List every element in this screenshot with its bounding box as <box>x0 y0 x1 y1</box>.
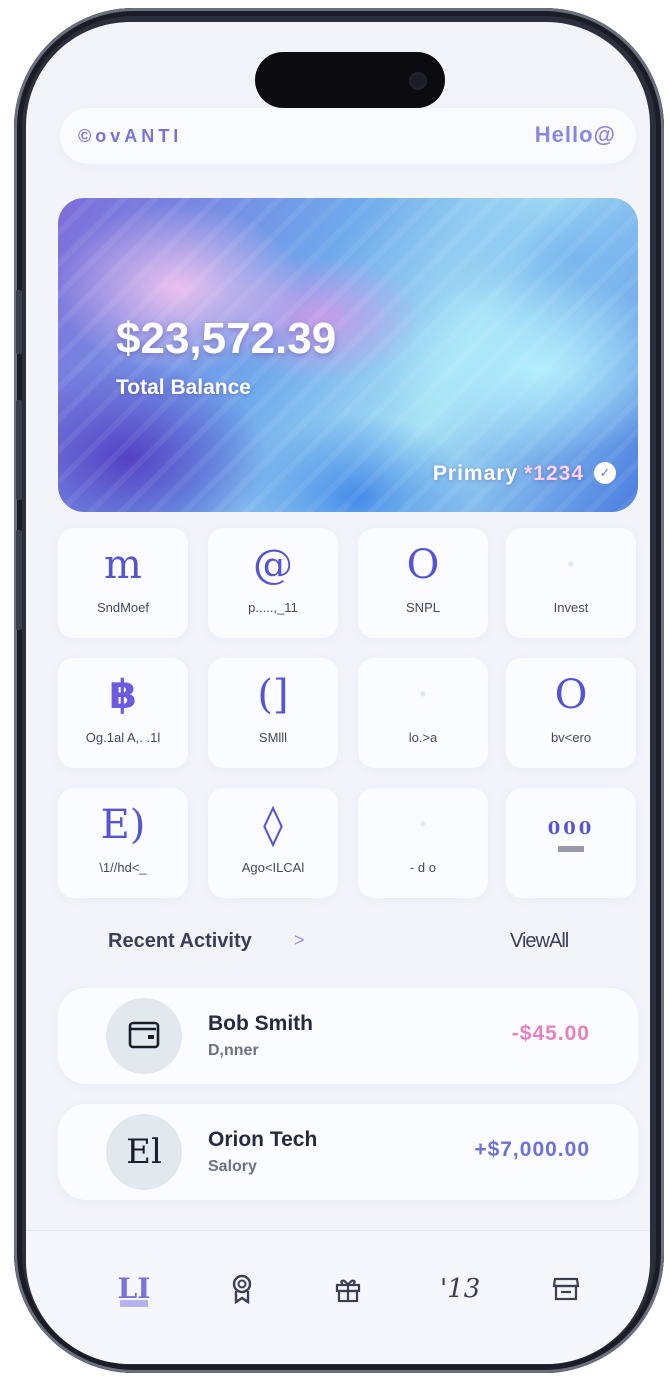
action-label: SndMoef <box>96 600 150 615</box>
account-selector[interactable]: Primary *1234 <box>433 462 584 486</box>
action-bnpl[interactable]: O SNPL <box>358 528 488 638</box>
loan-icon: · <box>416 672 430 718</box>
dynamic-island <box>255 52 445 108</box>
view-all-link[interactable]: ViewAll <box>510 930 569 953</box>
greeting-text: Hello@ <box>534 122 616 147</box>
chevron-down-icon[interactable]: ✓ <box>594 462 616 484</box>
action-label: bv<ero <box>550 730 592 745</box>
total-balance-amount: $23,572.39 <box>116 314 337 363</box>
app-screen: ©ovANTI Hello@ $23,572.39 Total Balance … <box>26 22 650 1364</box>
action-label: lo.>a <box>408 730 438 745</box>
transaction-category: Salory <box>208 1158 257 1175</box>
action-send-money[interactable]: m SndMoef <box>58 528 188 638</box>
account-label: Primary <box>432 462 519 485</box>
action-loans[interactable]: · lo.>a <box>358 658 488 768</box>
wallet-icon-graphic <box>128 1021 160 1049</box>
action-withdraw[interactable]: E) \1//hd<_ <box>58 788 188 898</box>
diamond-icon: ◊ <box>263 802 283 848</box>
action-digital-assets[interactable]: ฿ Og.1al A,. .1l <box>58 658 188 768</box>
action-label: \1//hd<_ <box>99 860 147 875</box>
send-money-icon: m <box>104 542 142 588</box>
account-number: *1234 <box>524 462 584 485</box>
transaction-amount: -$45.00 <box>511 1022 590 1045</box>
balance-card[interactable]: $23,572.39 Total Balance Primary *1234 ✓ <box>58 198 638 512</box>
invest-icon: · <box>564 542 578 588</box>
transaction-name: Bob Smith <box>208 1012 313 1035</box>
transaction-amount: +$7,000.00 <box>474 1138 590 1161</box>
transaction-category: D,nner <box>208 1042 259 1059</box>
total-balance-label: Total Balance <box>116 376 251 399</box>
action-invest[interactable]: · Invest <box>506 528 636 638</box>
more-bar-icon <box>558 846 584 852</box>
bitcoin-icon: ฿ <box>109 672 137 718</box>
action-label: SNPL <box>406 600 440 615</box>
withdraw-icon: E) <box>100 802 146 848</box>
bottom-nav: LI '13 <box>26 1230 650 1364</box>
misc-icon: · <box>416 802 430 848</box>
wallet-icon <box>106 998 182 1074</box>
action-label: Invest <box>553 600 589 615</box>
chevron-right-icon[interactable]: > <box>294 930 305 951</box>
silent-switch <box>16 290 22 354</box>
action-misc[interactable]: · - d o <box>358 788 488 898</box>
bnpl-icon: O <box>406 542 440 588</box>
store-icon[interactable] <box>546 1269 586 1309</box>
volume-up-button <box>16 400 22 500</box>
action-more[interactable]: 000 <box>506 788 636 898</box>
action-exchange[interactable]: O bv<ero <box>506 658 636 768</box>
volume-down-button <box>16 530 22 630</box>
transaction-row[interactable]: El Orion Tech Salory +$7,000.00 <box>58 1104 638 1200</box>
at-icon: @ <box>253 542 293 588</box>
action-smart[interactable]: (] SMlll <box>208 658 338 768</box>
home-icon[interactable]: LI <box>114 1269 154 1309</box>
exchange-icon: O <box>554 672 588 718</box>
action-label: SMlll <box>258 730 288 745</box>
action-label: Ago<ILCAl <box>241 860 305 875</box>
action-label: Og.1al A,. .1l <box>85 730 161 745</box>
action-accounts[interactable]: ◊ Ago<ILCAl <box>208 788 338 898</box>
action-pay[interactable]: @ p.....,_11 <box>208 528 338 638</box>
bracket-icon: (] <box>257 672 289 718</box>
transaction-name: Orion Tech <box>208 1128 318 1151</box>
brand-logo[interactable]: ©ovANTI <box>78 126 182 147</box>
salary-icon: El <box>106 1114 182 1190</box>
recent-activity-title: Recent Activity <box>108 930 252 952</box>
award-icon[interactable] <box>222 1269 262 1309</box>
action-label: - d o <box>409 860 436 875</box>
app-header: ©ovANTI Hello@ <box>60 108 636 164</box>
camera-icon <box>409 72 427 90</box>
transaction-row[interactable]: Bob Smith D,nner -$45.00 <box>58 988 638 1084</box>
gift-icon[interactable] <box>328 1269 368 1309</box>
action-label: p.....,_11 <box>248 600 298 615</box>
calendar-icon[interactable]: '13 <box>440 1269 480 1309</box>
